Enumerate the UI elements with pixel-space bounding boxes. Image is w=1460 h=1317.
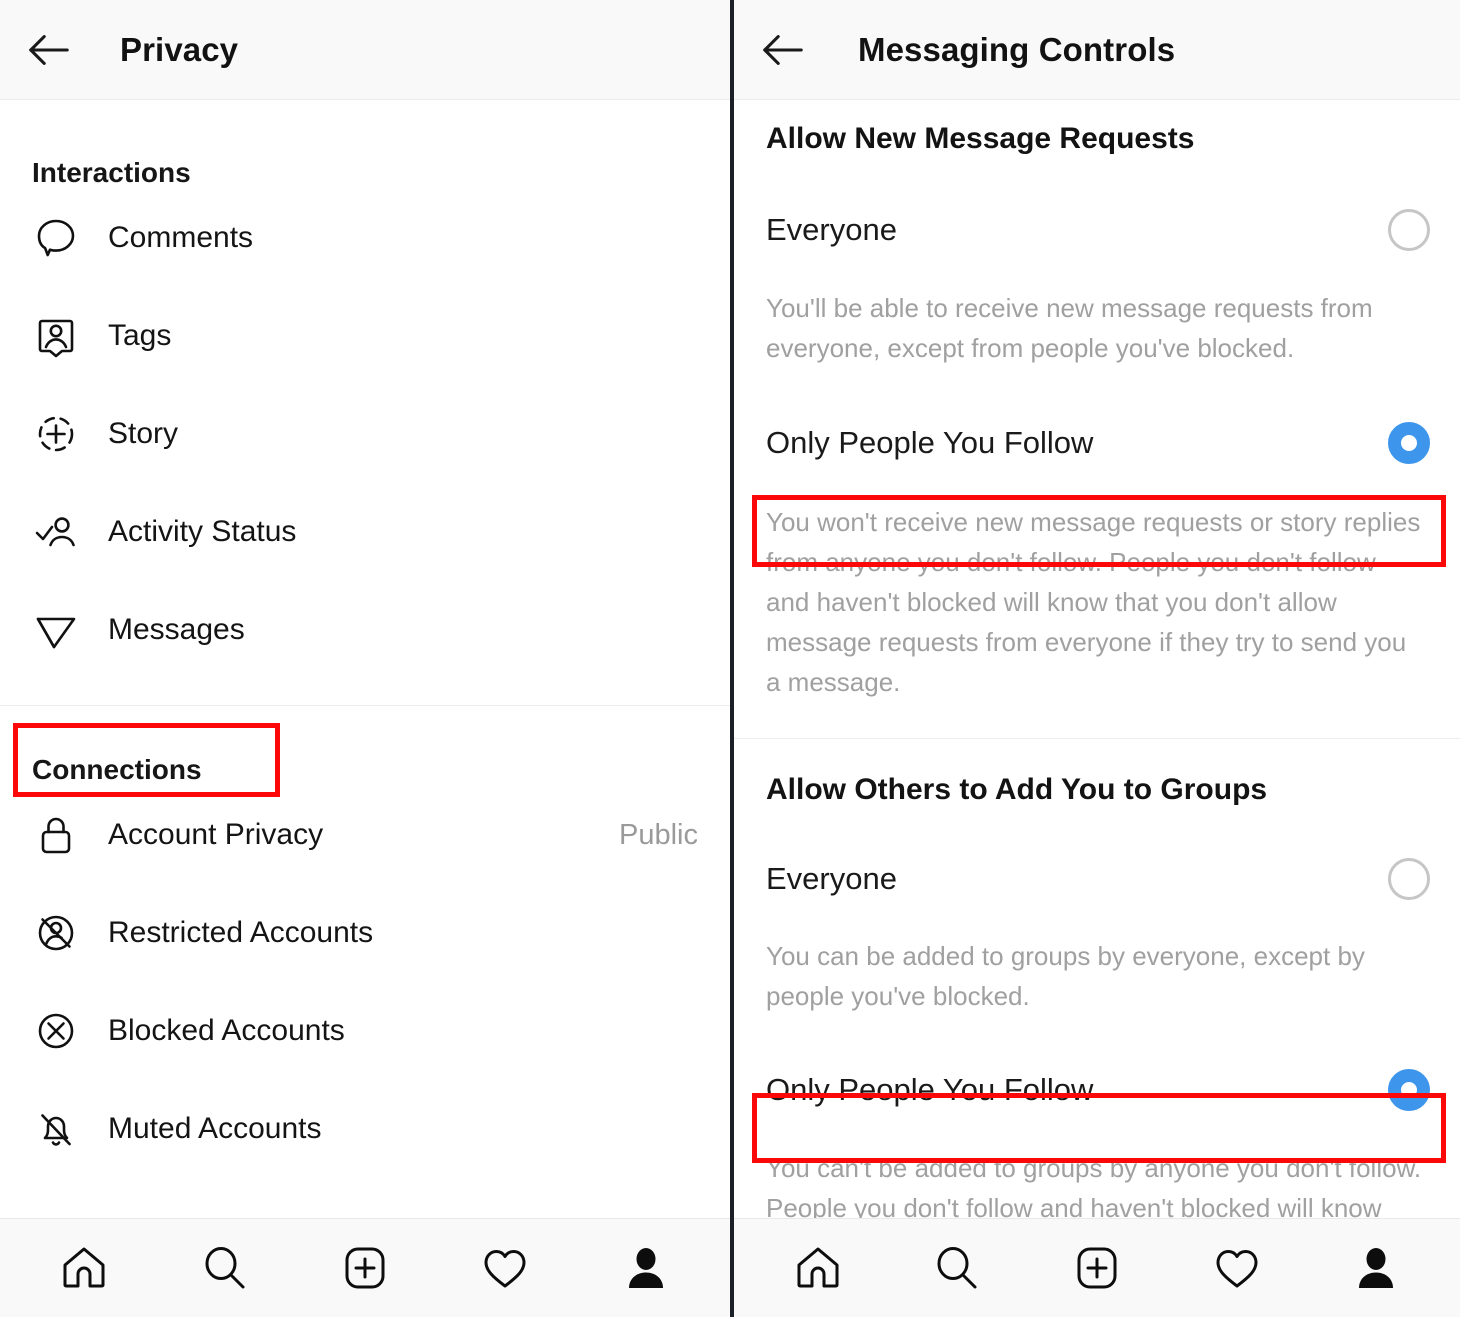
sidebar-item-restricted-accounts[interactable]: Restricted Accounts <box>0 884 730 982</box>
option-only-people-you-follow-messages[interactable]: Only People You Follow <box>734 407 1460 479</box>
messaging-appbar: Messaging Controls <box>734 0 1460 100</box>
section-header-interactions: Interactions <box>32 157 191 188</box>
nav-search[interactable] <box>917 1233 997 1303</box>
search-icon <box>199 1242 251 1294</box>
nav-create[interactable] <box>325 1233 405 1303</box>
privacy-appbar: Privacy <box>0 0 730 100</box>
sidebar-item-label: Account Privacy <box>108 818 324 851</box>
option-description: You won't receive new message requests o… <box>766 507 1421 697</box>
option-description: You can't be added to groups by anyone y… <box>766 1153 1422 1218</box>
messaging-controls-list: Allow New Message Requests Everyone You'… <box>734 100 1460 1218</box>
nav-create[interactable] <box>1057 1233 1137 1303</box>
sidebar-item-label: Muted Accounts <box>108 1112 322 1145</box>
sidebar-item-account-privacy[interactable]: Account Privacy Public <box>0 786 730 884</box>
back-arrow-icon[interactable] <box>26 27 72 73</box>
option-label: Everyone <box>766 212 897 247</box>
home-icon <box>58 1242 110 1294</box>
activity-status-icon <box>32 508 80 556</box>
paper-plane-icon <box>32 606 80 654</box>
profile-icon <box>1350 1242 1402 1294</box>
comment-bubble-icon <box>32 214 80 262</box>
sidebar-item-muted-accounts[interactable]: Muted Accounts <box>0 1080 730 1178</box>
page-title: Privacy <box>120 30 239 68</box>
section-header-connections: Connections <box>32 754 202 785</box>
sidebar-item-blocked-accounts[interactable]: Blocked Accounts <box>0 982 730 1080</box>
radio-everyone-groups[interactable] <box>1388 858 1430 900</box>
story-plus-icon <box>32 410 80 458</box>
sidebar-item-label: Tags <box>108 319 172 352</box>
profile-icon <box>620 1242 672 1294</box>
option-only-people-you-follow-groups[interactable]: Only People You Follow <box>734 1054 1460 1126</box>
home-icon <box>792 1242 844 1294</box>
heart-icon <box>1211 1242 1263 1294</box>
radio-only-people-you-follow-messages[interactable] <box>1388 422 1430 464</box>
lock-icon <box>32 811 80 859</box>
account-privacy-value: Public <box>619 818 698 851</box>
sidebar-item-activity-status[interactable]: Activity Status <box>0 483 730 581</box>
sidebar-item-label: Messages <box>108 613 245 646</box>
sidebar-item-label: Story <box>108 417 179 450</box>
nav-home[interactable] <box>44 1233 124 1303</box>
option-label: Everyone <box>766 861 897 896</box>
add-post-icon <box>1071 1242 1123 1294</box>
radio-everyone-messages[interactable] <box>1388 209 1430 251</box>
sidebar-item-tags[interactable]: Tags <box>0 287 730 385</box>
option-everyone-groups[interactable]: Everyone <box>734 843 1460 915</box>
option-description: You can be added to groups by everyone, … <box>766 941 1365 1011</box>
bottom-nav-right <box>734 1218 1460 1317</box>
nav-activity[interactable] <box>465 1233 545 1303</box>
sidebar-item-label: Blocked Accounts <box>108 1014 345 1047</box>
nav-home[interactable] <box>778 1233 858 1303</box>
sidebar-item-messages[interactable]: Messages <box>0 581 730 679</box>
tags-icon <box>32 312 80 360</box>
nav-profile[interactable] <box>606 1233 686 1303</box>
privacy-list: Interactions Comments Tags Story Activit… <box>0 100 730 1218</box>
nav-profile[interactable] <box>1336 1233 1416 1303</box>
section-header-add-to-groups: Allow Others to Add You to Groups <box>766 773 1268 806</box>
privacy-screen: Privacy Interactions Comments Tags Story… <box>0 0 730 1317</box>
nav-search[interactable] <box>185 1233 265 1303</box>
messaging-controls-screen: Messaging Controls Allow New Message Req… <box>730 0 1460 1317</box>
heart-icon <box>479 1242 531 1294</box>
search-icon <box>931 1242 983 1294</box>
section-header-new-message-requests: Allow New Message Requests <box>766 122 1195 155</box>
add-post-icon <box>339 1242 391 1294</box>
option-label: Only People You Follow <box>766 425 1094 460</box>
option-description: You'll be able to receive new message re… <box>766 293 1373 363</box>
muted-bell-icon <box>32 1105 80 1153</box>
radio-only-people-you-follow-groups[interactable] <box>1388 1069 1430 1111</box>
sidebar-item-story[interactable]: Story <box>0 385 730 483</box>
bottom-nav-left <box>0 1218 730 1317</box>
option-label: Only People You Follow <box>766 1072 1094 1107</box>
sidebar-item-label: Comments <box>108 221 254 254</box>
restricted-account-icon <box>32 909 80 957</box>
sidebar-item-comments[interactable]: Comments <box>0 189 730 287</box>
sidebar-item-label: Restricted Accounts <box>108 916 374 949</box>
option-everyone-messages[interactable]: Everyone <box>734 194 1460 266</box>
page-title: Messaging Controls <box>858 30 1176 68</box>
sidebar-item-label: Activity Status <box>108 515 297 548</box>
blocked-account-icon <box>32 1007 80 1055</box>
nav-activity[interactable] <box>1197 1233 1277 1303</box>
app-screenshot: Privacy Interactions Comments Tags Story… <box>0 0 1460 1317</box>
back-arrow-icon[interactable] <box>760 27 806 73</box>
